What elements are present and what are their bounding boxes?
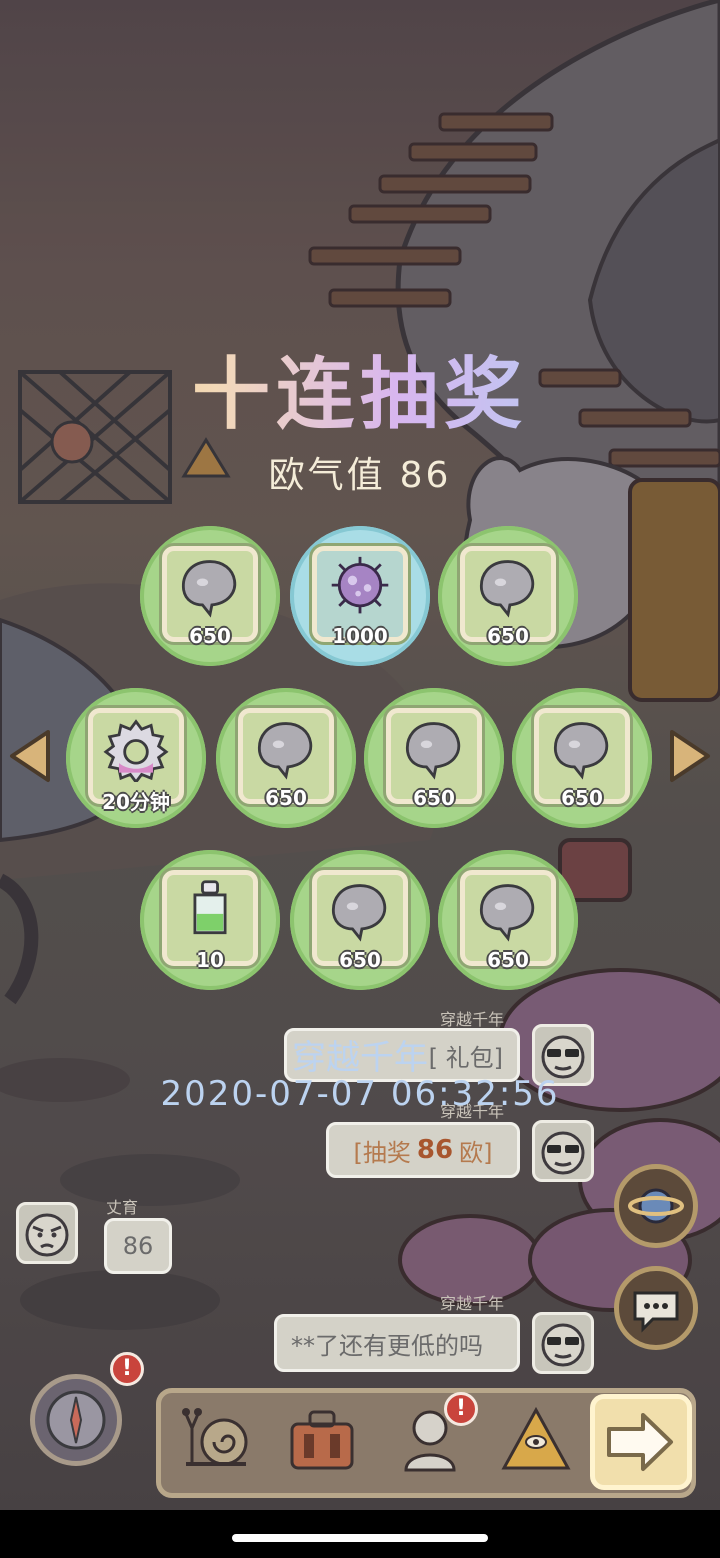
pyramid-eye-icon (501, 1406, 571, 1470)
prize-amount: 20分钟 (102, 790, 170, 814)
angry-face-icon (25, 1213, 69, 1257)
home-indicator[interactable] (232, 1534, 488, 1542)
ghost-icon (182, 560, 237, 618)
planet-icon (628, 1188, 684, 1224)
prize-amount: 650 (413, 786, 455, 810)
chat-bubble-left: 86 (104, 1218, 172, 1274)
luck-value: 86 (399, 455, 452, 496)
chat-draw-value: 86 (416, 1135, 454, 1165)
prize-amount: 650 (265, 786, 307, 810)
chat-bubble-draw: [抽奖 86 欧] (326, 1122, 520, 1178)
chat-button[interactable] (614, 1266, 698, 1350)
ghost-icon (258, 722, 313, 780)
snail-icon (182, 1408, 248, 1466)
prize-amount: 650 (487, 948, 529, 972)
chat-avatar-sunglasses-3[interactable] (532, 1312, 594, 1374)
chat-username-left: 丈育 (106, 1198, 139, 1217)
prize-amount: 1000 (332, 624, 388, 648)
prize-amount: 10 (196, 948, 224, 972)
ghost-icon (554, 722, 609, 780)
toolbox-icon (290, 1410, 354, 1470)
ghost-icon (480, 560, 535, 618)
arrow-right-icon (607, 1413, 673, 1471)
chat-bubble-bottom-text: **了还有更低的吗 (291, 1331, 483, 1360)
compass-alert-badge: ! (110, 1352, 144, 1386)
toolbox-button[interactable] (282, 1398, 362, 1482)
prize-slot[interactable]: 10 (140, 850, 280, 990)
ghost-icon (406, 722, 461, 780)
chat-avatar-angry[interactable] (16, 1202, 78, 1264)
prize-amount: 650 (339, 948, 381, 972)
prev-page-arrow-icon[interactable] (8, 728, 52, 784)
statue-alert-badge: ! (444, 1392, 478, 1426)
draw-timestamp: 2020-07-07 06:32:56 (160, 1074, 560, 1114)
sunglasses-face-icon (541, 1131, 585, 1175)
ghost-icon (332, 884, 387, 942)
draw-player-name: 穿越千年 (292, 1038, 428, 1078)
luck-value-line: 欧气值 86 (0, 446, 720, 498)
continue-button[interactable] (590, 1394, 692, 1490)
prize-slot[interactable]: 650 (140, 526, 280, 666)
pyramid-button[interactable] (496, 1398, 576, 1482)
virus-icon (331, 556, 389, 614)
next-page-arrow-icon[interactable] (668, 728, 712, 784)
snail-button[interactable] (176, 1398, 256, 1482)
prize-slot[interactable]: 20分钟 (66, 688, 206, 828)
prize-slot[interactable]: 650 (290, 850, 430, 990)
game-screen: 十连抽奖 欧气值 86 650 1000 650 20分钟 650 650 650 10 650 6… (0, 0, 720, 1510)
prize-slot[interactable]: 1000 (290, 526, 430, 666)
planet-button[interactable] (614, 1164, 698, 1248)
luck-label: 欧气值 (268, 455, 386, 496)
chat-bubble-left-text: 86 (122, 1232, 154, 1260)
prize-amount: 650 (487, 624, 529, 648)
prize-slot[interactable]: 650 (364, 688, 504, 828)
prize-slot[interactable]: 650 (216, 688, 356, 828)
compass-icon (46, 1390, 106, 1450)
chat-bubble-bottom: **了还有更低的吗 (274, 1314, 520, 1372)
prize-slot[interactable]: 650 (512, 688, 652, 828)
chat-draw-prefix: [抽奖 (353, 1138, 411, 1167)
potion-icon (193, 880, 227, 935)
prize-slot[interactable]: 650 (438, 850, 578, 990)
chat-username-bottom: 穿越千年 (440, 1294, 505, 1313)
compass-button[interactable] (30, 1374, 122, 1466)
sunglasses-face-icon (541, 1323, 585, 1367)
prize-amount: 650 (561, 786, 603, 810)
page-title: 十连抽奖 (0, 332, 720, 444)
chat-bubble-icon (633, 1291, 679, 1333)
prize-amount: 650 (189, 624, 231, 648)
ghost-icon (480, 884, 535, 942)
gear-icon (103, 719, 169, 782)
chat-draw-suffix: 欧] (459, 1138, 493, 1167)
chat-username-top: 穿越千年 (440, 1010, 505, 1029)
prize-slot[interactable]: 650 (438, 526, 578, 666)
chat-avatar-sunglasses-2[interactable] (532, 1120, 594, 1182)
